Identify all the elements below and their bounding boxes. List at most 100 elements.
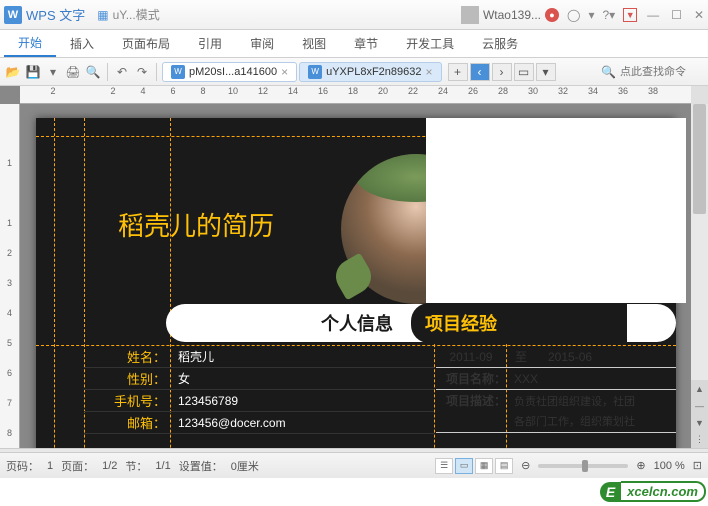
toolbar: 📂 💾 ▾ 🖨 🔍 ↶ ↷ W pM20sI...a141600 × W uYX…	[0, 58, 708, 86]
menu-dev-tools[interactable]: 开发工具	[392, 31, 468, 56]
undo-icon[interactable]: ↶	[113, 63, 131, 81]
user-area[interactable]: Wtao139... ●	[461, 6, 559, 24]
ruler-corner	[691, 86, 708, 104]
title-bar: W WPS 文字 ▦ uY...模式 Wtao139... ● ◯ ▾ ?▾ ▼…	[0, 0, 708, 30]
position-value: 0厘米	[231, 458, 259, 474]
proj-desc-line1: 负责社团组织建设，社团	[514, 392, 635, 412]
view-outline-button[interactable]: ☰	[435, 458, 453, 474]
email-value: 123456@docer.com	[170, 416, 286, 430]
editor-area: 22468101214161820222426283032343638 1123…	[0, 86, 708, 448]
word-doc-icon: W	[171, 65, 185, 79]
help-icon[interactable]: ?▾	[602, 8, 615, 22]
document-canvas[interactable]: 稻壳儿的简历 个人信息 项目经验 姓名：稻壳儿 性别：女 手机号：1234567…	[20, 104, 691, 448]
search-icon: 🔍	[601, 65, 616, 79]
prev-tab-button[interactable]: ‹	[470, 63, 490, 81]
avatar-icon	[461, 6, 479, 24]
menu-chapter[interactable]: 章节	[340, 31, 392, 56]
skin-icon[interactable]: ▾	[588, 8, 594, 22]
zoom-value[interactable]: 100 %	[654, 460, 685, 472]
phone-label: 手机号：	[84, 391, 170, 410]
proj-name-value: XXX	[506, 372, 538, 386]
app-name: WPS 文字	[26, 5, 85, 24]
open-icon[interactable]: 📂	[4, 63, 22, 81]
view-mode-buttons: ☰ ▭ ▦ ▤	[435, 458, 513, 474]
document-page[interactable]: 稻壳儿的简历 个人信息 项目经验 姓名：稻壳儿 性别：女 手机号：1234567…	[36, 118, 676, 448]
zoom-out-button[interactable]: ⊖	[521, 459, 530, 472]
zoom-handle[interactable]	[582, 460, 588, 472]
resume-title: 稻壳儿的简历	[118, 206, 274, 243]
print-icon[interactable]: 🖨	[64, 63, 82, 81]
scroll-page-up-icon[interactable]: ▲	[691, 380, 708, 397]
menu-reference[interactable]: 引用	[184, 31, 236, 56]
redo-icon[interactable]: ↷	[133, 63, 151, 81]
proj-date-to: 至	[506, 348, 536, 365]
status-bar: 页码：1 页面：1/2 节：1/1 设置值：0厘米 ☰ ▭ ▦ ▤ ⊖ ⊕ 10…	[0, 452, 708, 478]
menu-review[interactable]: 审阅	[236, 31, 288, 56]
command-search[interactable]: 🔍	[601, 65, 704, 79]
doc-icon: ▦	[97, 8, 108, 22]
watermark: E xcelcn.com	[600, 481, 706, 502]
vertical-ruler[interactable]: 112345678	[0, 104, 20, 448]
zoom-slider[interactable]	[538, 464, 628, 468]
tab-view-button[interactable]: ▭	[514, 63, 534, 81]
window-controls: — ☐ ✕	[647, 8, 704, 22]
scroll-options-icon[interactable]: ⋮	[691, 431, 708, 448]
page-code-value: 1	[47, 460, 53, 472]
zoom-in-button[interactable]: ⊕	[636, 459, 645, 472]
email-label: 邮箱：	[84, 413, 170, 432]
view-page-button[interactable]: ▭	[455, 458, 473, 474]
section-header-bar: 个人信息 项目经验	[166, 304, 676, 342]
proj-name-label: 项目名称：	[436, 370, 506, 387]
close-tab-icon[interactable]: ×	[281, 65, 288, 79]
menu-bar: 开始 插入 页面布局 引用 审阅 视图 章节 开发工具 云服务	[0, 30, 708, 58]
notification-badge[interactable]: ●	[545, 8, 559, 22]
name-label: 姓名：	[84, 347, 170, 366]
next-tab-button[interactable]: ›	[492, 63, 512, 81]
maximize-button[interactable]: ☐	[671, 8, 682, 22]
name-value: 稻壳儿	[170, 348, 214, 365]
word-doc-icon: W	[308, 65, 322, 79]
close-tab-icon[interactable]: ×	[426, 65, 433, 79]
section-label: 节：	[125, 458, 147, 474]
section-personal-info: 个人信息	[321, 310, 393, 336]
proj-date-end: 2015-06	[536, 350, 592, 364]
menu-insert[interactable]: 插入	[56, 31, 108, 56]
menu-page-layout[interactable]: 页面布局	[108, 31, 184, 56]
document-tab-1[interactable]: W pM20sI...a141600 ×	[162, 62, 297, 82]
search-input[interactable]	[620, 66, 700, 78]
document-tab-2[interactable]: W uYXPL8xF2n89632 ×	[299, 62, 441, 82]
new-tab-button[interactable]: +	[448, 63, 468, 81]
app-logo: W WPS 文字	[4, 5, 85, 24]
view-read-button[interactable]: ▤	[495, 458, 513, 474]
project-table: 2011-09至2015-06 项目名称：XXX 项目描述：负责社团组织建设，社…	[436, 346, 676, 433]
page-label: 页面：	[61, 458, 94, 474]
browser-icon[interactable]: ◯	[567, 8, 580, 22]
menu-cloud[interactable]: 云服务	[468, 31, 532, 56]
personal-info-table: 姓名：稻壳儿 性别：女 手机号：123456789 邮箱：123456@doce…	[84, 346, 434, 434]
scroll-sep-icon[interactable]: —	[691, 397, 708, 414]
profile-photo	[341, 154, 491, 304]
phone-value: 123456789	[170, 394, 238, 408]
dropdown-red-icon[interactable]: ▼	[623, 8, 637, 22]
page-code-label: 页码：	[6, 458, 39, 474]
scroll-thumb[interactable]	[693, 104, 706, 214]
preview-icon[interactable]: 🔍	[84, 63, 102, 81]
vertical-scrollbar[interactable]: ▲ — ▼ ⋮	[691, 104, 708, 448]
wps-logo-icon: W	[4, 6, 22, 24]
page-value: 1/2	[102, 460, 117, 472]
menu-view[interactable]: 视图	[288, 31, 340, 56]
view-web-button[interactable]: ▦	[475, 458, 493, 474]
minimize-button[interactable]: —	[647, 8, 659, 22]
close-button[interactable]: ✕	[694, 8, 704, 22]
save-icon[interactable]: 💾	[24, 63, 42, 81]
section-value: 1/1	[155, 460, 170, 472]
tab-list-button[interactable]: ▾	[536, 63, 556, 81]
menu-start[interactable]: 开始	[4, 30, 56, 57]
title-controls: ◯ ▾ ?▾ ▼	[567, 8, 637, 22]
horizontal-ruler[interactable]: 22468101214161820222426283032343638	[20, 86, 691, 104]
proj-date-start: 2011-09	[436, 350, 506, 364]
fit-zoom-button[interactable]: ⊡	[693, 459, 702, 472]
save-dropdown-icon[interactable]: ▾	[44, 63, 62, 81]
gender-value: 女	[170, 370, 190, 387]
scroll-page-down-icon[interactable]: ▼	[691, 414, 708, 431]
